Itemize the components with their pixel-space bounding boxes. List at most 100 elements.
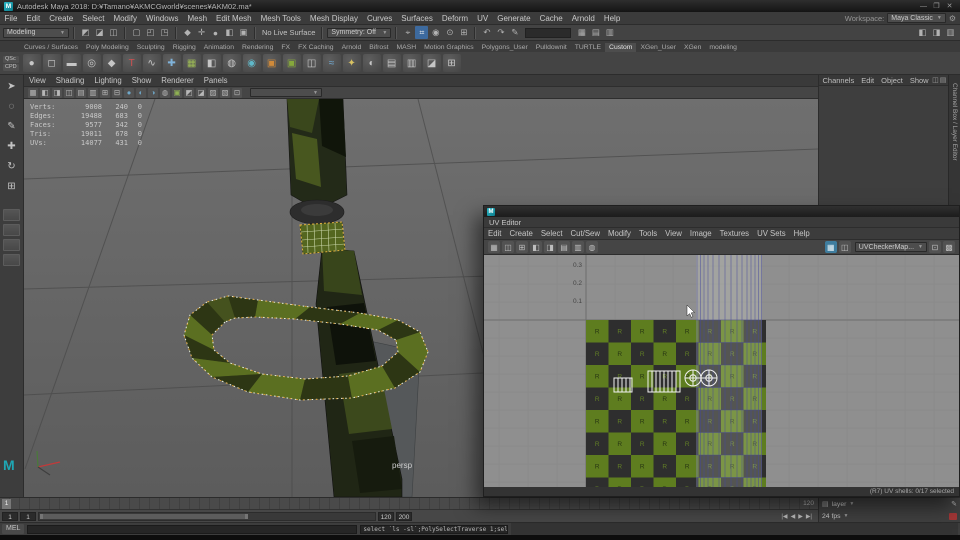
paint-select-tool-icon[interactable]: ✎: [2, 118, 22, 135]
shelf-tab-modeling[interactable]: modeling: [705, 43, 741, 52]
shelf-icon-20[interactable]: ◪: [422, 54, 441, 72]
uv-toolbar-icon-4[interactable]: ◨: [544, 241, 556, 253]
history-icon-2[interactable]: ✎: [508, 26, 521, 39]
panel-menu-show[interactable]: Show: [127, 76, 157, 85]
uv-menu-view[interactable]: View: [661, 229, 686, 238]
panel-toolbar-icon-7[interactable]: ⊟: [112, 87, 122, 98]
shelf-tab-motion-graphics[interactable]: Motion Graphics: [420, 43, 478, 52]
uv-menu-edit[interactable]: Edit: [484, 229, 505, 238]
history-icon-0[interactable]: ↶: [480, 26, 493, 39]
pin-icon[interactable]: ◫: [932, 76, 939, 84]
file-icon-1[interactable]: ◰: [144, 26, 157, 39]
panel-toolbar-icon-4[interactable]: ▤: [76, 87, 86, 98]
channelbox-menu-edit[interactable]: Edit: [858, 76, 878, 85]
menu-edit-mesh[interactable]: Edit Mesh: [212, 14, 257, 23]
shelf-tab-poly-modeling[interactable]: Poly Modeling: [82, 43, 133, 52]
shelf-icon-1[interactable]: ◻: [42, 54, 61, 72]
file-icon-0[interactable]: ▢: [130, 26, 143, 39]
panel-menu-shading[interactable]: Shading: [51, 76, 90, 85]
shelf-tab-fx-caching[interactable]: FX Caching: [294, 43, 338, 52]
panel-toolbar-icon-13[interactable]: ◩: [184, 87, 194, 98]
menu-mesh-tools[interactable]: Mesh Tools: [256, 14, 305, 23]
panel-toolbar-icon-3[interactable]: ◫: [64, 87, 74, 98]
panel-toolbar-icon-11[interactable]: ◍: [160, 87, 170, 98]
sidebar-toggle-icon-2[interactable]: ▥: [944, 26, 957, 39]
uv-toolbar-icon-0[interactable]: ▦: [488, 241, 500, 253]
panel-toolbar-icon-2[interactable]: ◨: [52, 87, 62, 98]
panel-menu-panels[interactable]: Panels: [199, 76, 233, 85]
menu-select[interactable]: Select: [78, 14, 109, 23]
list-icon[interactable]: ▤: [940, 76, 947, 84]
menu-arnold[interactable]: Arnold: [567, 14, 599, 23]
transform-entry-field[interactable]: [525, 27, 572, 38]
move-tool-icon[interactable]: ✚: [2, 138, 22, 155]
menu-file[interactable]: File: [0, 14, 22, 23]
shelf-tab-arnold[interactable]: Arnold: [338, 43, 366, 52]
rotate-tool-icon[interactable]: ↻: [2, 158, 22, 175]
panel-menu-view[interactable]: View: [24, 76, 51, 85]
uv-toolbar-icon-3[interactable]: ◧: [530, 241, 542, 253]
shelf-icon-4[interactable]: ◆: [102, 54, 121, 72]
uv-toolbar-right-icon-1[interactable]: ▩: [943, 241, 955, 253]
live-surface-label[interactable]: No Live Surface: [260, 28, 317, 37]
uv-menu-select[interactable]: Select: [537, 229, 567, 238]
panel-toolbar-icon-1[interactable]: ◧: [40, 87, 50, 98]
channelbox-menu-show[interactable]: Show: [906, 76, 932, 85]
layer-dropdown[interactable]: layer: [832, 501, 847, 508]
snap-icon-4[interactable]: ⊞: [457, 26, 470, 39]
uv-editor-titlebar[interactable]: M: [484, 206, 959, 217]
shelf-icon-21[interactable]: ⊞: [442, 54, 461, 72]
shelf-icon-17[interactable]: ◐: [362, 54, 381, 72]
shelf-tab-xgen-user[interactable]: XGen_User: [636, 43, 680, 52]
shelf-icon-3[interactable]: ◎: [82, 54, 101, 72]
history-icon-1[interactable]: ↷: [494, 26, 507, 39]
anim-end-field[interactable]: 200: [396, 511, 412, 521]
file-icon-2[interactable]: ◳: [158, 26, 171, 39]
scale-tool-icon[interactable]: ⊞: [2, 178, 22, 195]
shelf-icon-5[interactable]: T: [122, 54, 141, 72]
uv-menu-image[interactable]: Image: [686, 229, 716, 238]
panel-toolbar-icon-14[interactable]: ◪: [196, 87, 206, 98]
texture-selector-dropdown[interactable]: UVCheckerMap... ▼: [854, 242, 927, 252]
panel-menu-lighting[interactable]: Lighting: [89, 76, 126, 85]
shelf-icon-18[interactable]: ▤: [382, 54, 401, 72]
range-bar[interactable]: [40, 513, 249, 519]
playback-end-field[interactable]: 120: [378, 511, 394, 521]
layout-four-pane-button[interactable]: [3, 224, 20, 236]
anim-layer-icon[interactable]: ▤: [822, 500, 829, 508]
menu-curves[interactable]: Curves: [362, 14, 396, 23]
shelf-tab-rigging[interactable]: Rigging: [169, 43, 200, 52]
uv-toolbar-right-icon-0[interactable]: ⊡: [929, 241, 941, 253]
panel-toolbar-icon-17[interactable]: ⊡: [232, 87, 242, 98]
shelf-icon-7[interactable]: ✚: [162, 54, 181, 72]
render-icon-1[interactable]: ▤: [589, 26, 602, 39]
shelf-icon-19[interactable]: ▥: [402, 54, 421, 72]
menu-modify[interactable]: Modify: [109, 14, 142, 23]
panel-toolbar-icon-12[interactable]: ▣: [172, 87, 182, 98]
tab-channel-box-layer-editor[interactable]: Channel Box / Layer Editor: [951, 83, 958, 161]
shelf-qsc-button[interactable]: QSc: [3, 55, 19, 63]
shelf-cpd-button[interactable]: CPD: [3, 63, 19, 71]
uv-menu-modify[interactable]: Modify: [604, 229, 635, 238]
shelf-tab-curves-surfaces[interactable]: Curves / Surfaces: [20, 43, 82, 52]
uv-menu-textures[interactable]: Textures: [716, 229, 753, 238]
transport-button-1[interactable]: ◀: [791, 513, 796, 520]
shelf-tab-fx[interactable]: FX: [277, 43, 294, 52]
shelf-icon-2[interactable]: ▬: [62, 54, 81, 72]
shelf-icon-14[interactable]: ◫: [302, 54, 321, 72]
minimize-button[interactable]: —: [917, 3, 930, 10]
command-history[interactable]: select `ls -sl`;PolySelectTraverse 1;sel…: [360, 524, 509, 534]
symmetry-dropdown[interactable]: Symmetry: Off ▼: [327, 27, 392, 38]
panel-toolbar-icon-6[interactable]: ⊞: [100, 87, 110, 98]
sidebar-toggle-icon-1[interactable]: ◨: [930, 26, 943, 39]
panel-toolbar-icon-16[interactable]: ▧: [220, 87, 230, 98]
layout-outliner-button[interactable]: [3, 254, 20, 266]
menu-uv[interactable]: UV: [473, 14, 493, 23]
playhead[interactable]: 1: [2, 499, 11, 509]
uv-menu-help[interactable]: Help: [790, 229, 814, 238]
panel-toolbar-icon-5[interactable]: ▥: [88, 87, 98, 98]
snap-icon-1[interactable]: ⌗: [415, 26, 429, 39]
uv-menu-uv-sets[interactable]: UV Sets: [753, 229, 790, 238]
uv-toolbar-icon-1[interactable]: ◫: [502, 241, 514, 253]
sidebar-toggle-icon-0[interactable]: ◧: [916, 26, 929, 39]
